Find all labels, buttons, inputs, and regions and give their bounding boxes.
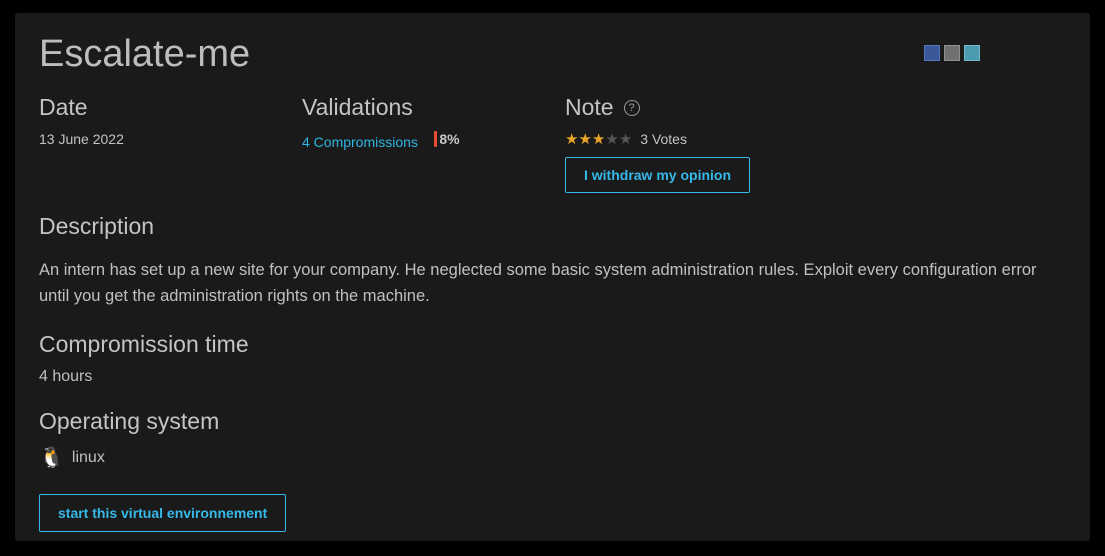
help-icon[interactable]: ? xyxy=(624,100,640,116)
star-icon: ★ xyxy=(565,132,578,147)
meta-row: Date 13 June 2022 Validations 4 Compromi… xyxy=(39,94,1066,193)
withdraw-opinion-button[interactable]: I withdraw my opinion xyxy=(565,157,750,193)
os-heading: Operating system xyxy=(39,408,1066,435)
rating-stars[interactable]: ★ ★ ★ ★ ★ xyxy=(565,132,632,147)
challenge-panel: Escalate-me Date 13 June 2022 Validation… xyxy=(15,13,1090,541)
start-environment-button[interactable]: start this virtual environnement xyxy=(39,494,286,532)
date-value: 13 June 2022 xyxy=(39,131,302,147)
validations-value: 4 Compromissions 8% xyxy=(302,131,565,152)
star-icon: ★ xyxy=(592,132,605,147)
star-icon: ★ xyxy=(619,132,632,147)
linkedin-icon[interactable] xyxy=(944,45,960,61)
note-heading: Note ? xyxy=(565,94,750,121)
validations-heading: Validations xyxy=(302,94,565,121)
compromission-time-value: 4 hours xyxy=(39,368,1066,386)
social-share-icons xyxy=(924,45,980,61)
twitter-icon[interactable] xyxy=(964,45,980,61)
meta-validations-column: Validations 4 Compromissions 8% xyxy=(302,94,565,193)
star-icon: ★ xyxy=(605,132,618,147)
description-heading: Description xyxy=(39,213,1066,240)
os-row: 🐧 linux xyxy=(39,445,1066,470)
note-label: Note xyxy=(565,94,614,121)
star-icon: ★ xyxy=(578,132,591,147)
note-row: ★ ★ ★ ★ ★ 3 Votes xyxy=(565,131,750,147)
os-value: linux xyxy=(72,449,105,467)
compromissions-link[interactable]: 4 Compromissions xyxy=(302,134,418,150)
percent-badge: 8% xyxy=(434,131,459,147)
description-text: An intern has set up a new site for your… xyxy=(39,258,1066,309)
compromission-time-heading: Compromission time xyxy=(39,331,1066,358)
meta-date-column: Date 13 June 2022 xyxy=(39,94,302,193)
votes-count: 3 Votes xyxy=(640,131,687,147)
linux-penguin-icon: 🐧 xyxy=(39,445,64,470)
percent-text: 8% xyxy=(439,131,459,147)
challenge-title: Escalate-me xyxy=(39,33,1066,76)
percent-bar-icon xyxy=(434,131,437,147)
date-heading: Date xyxy=(39,94,302,121)
meta-note-column: Note ? ★ ★ ★ ★ ★ 3 Votes I withdraw my o… xyxy=(565,94,750,193)
facebook-icon[interactable] xyxy=(924,45,940,61)
